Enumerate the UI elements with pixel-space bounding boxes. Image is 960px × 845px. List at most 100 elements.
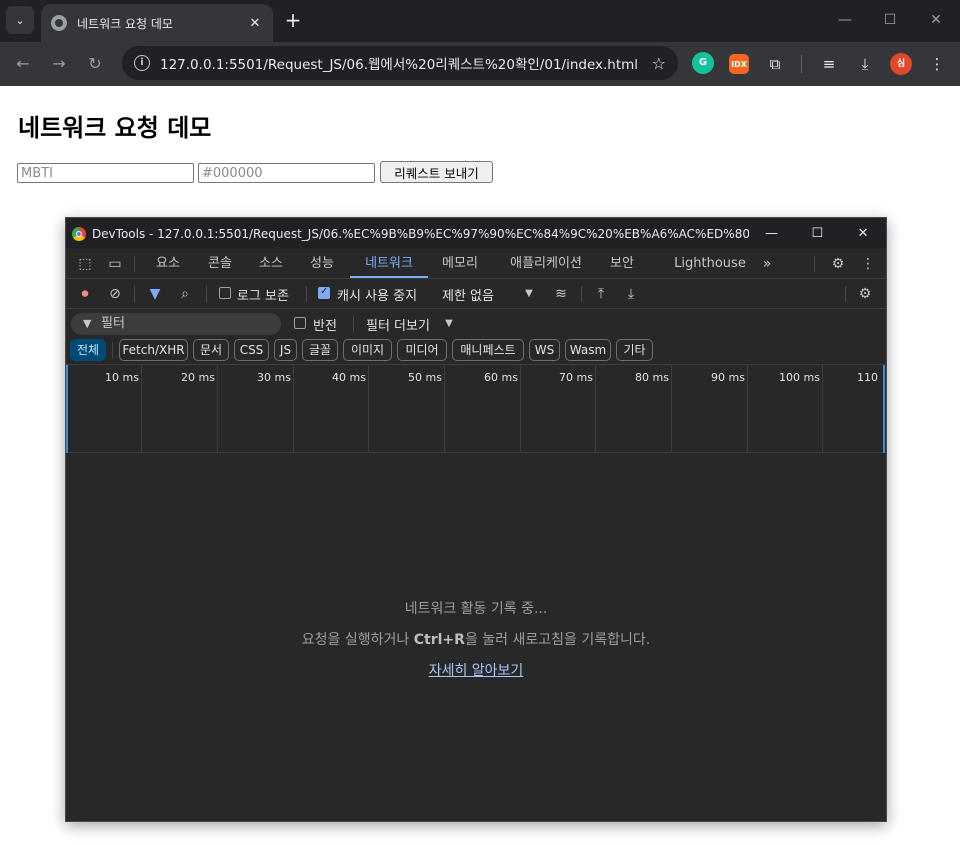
import-har-icon[interactable]: ⤒ <box>590 284 612 304</box>
network-overview-timeline[interactable]: 10 ms 20 ms 30 ms 40 ms 50 ms 60 ms 70 m… <box>66 364 886 453</box>
devtools-close-icon[interactable]: ✕ <box>840 226 886 241</box>
more-filters-chevron-icon[interactable]: ▼ <box>438 314 460 334</box>
browser-tab[interactable]: 네트워크 요청 데모 ✕ <box>41 4 273 42</box>
type-filter-font[interactable]: 글꼴 <box>302 339 338 361</box>
settings-gear-icon[interactable]: ⚙ <box>827 254 849 274</box>
invert-checkbox[interactable] <box>294 317 306 329</box>
media-queue-icon[interactable]: ≡ <box>818 53 840 75</box>
timeline-gridline <box>368 365 369 453</box>
tab-elements[interactable]: 요소 <box>148 249 188 278</box>
disable-cache-label: 캐시 사용 중지 <box>337 289 418 304</box>
profile-avatar[interactable]: 심 <box>890 53 912 75</box>
tab-sources[interactable]: 소스 <box>251 249 291 278</box>
toolbar-sep-5 <box>845 286 846 302</box>
throttling-chevron-icon[interactable]: ▼ <box>518 284 540 304</box>
timeline-tick-label: 10 ms <box>105 371 139 384</box>
export-har-icon[interactable]: ⤓ <box>620 284 642 304</box>
timeline-tick-label: 50 ms <box>408 371 442 384</box>
timeline-tick-label: 100 ms <box>779 371 820 384</box>
clear-icon[interactable]: ⊘ <box>104 284 126 304</box>
forward-arrow-icon[interactable]: → <box>47 52 71 76</box>
bookmark-star-icon[interactable]: ☆ <box>652 54 666 73</box>
filter-row: ▼ 필터 반전 필터 더보기 ▼ <box>66 309 886 339</box>
preserve-log-label: 로그 보존 <box>237 289 289 304</box>
type-filter-css[interactable]: CSS <box>234 339 269 361</box>
send-request-button[interactable]: 리퀘스트 보내기 <box>380 161 493 183</box>
disable-cache-checkbox[interactable] <box>318 286 330 299</box>
network-conditions-icon[interactable]: ≋ <box>550 284 572 304</box>
new-tab-icon[interactable]: + <box>282 9 304 31</box>
filter-funnel-icon[interactable]: ▼ <box>144 284 166 304</box>
tab-memory[interactable]: 메모리 <box>436 249 484 278</box>
search-icon[interactable]: ⌕ <box>174 284 196 304</box>
color-input[interactable] <box>198 163 375 183</box>
more-filters-dropdown[interactable]: 필터 더보기 <box>366 315 430 334</box>
network-settings-gear-icon[interactable]: ⚙ <box>854 284 876 304</box>
type-filter-all[interactable]: 전체 <box>70 339 106 361</box>
device-toolbar-icon[interactable]: ▭ <box>104 254 126 274</box>
devtools-window: DevTools - 127.0.0.1:5501/Request_JS/06.… <box>65 217 887 822</box>
reload-hint-shortcut: Ctrl+R <box>413 632 465 648</box>
address-bar[interactable]: i 127.0.0.1:5501/Request_JS/06.웹에서%20리퀘스… <box>122 46 678 80</box>
timeline-tick-label: 110 <box>857 371 878 384</box>
type-filter-other[interactable]: 기타 <box>616 339 653 361</box>
type-filter-manifest[interactable]: 매니페스트 <box>452 339 524 361</box>
tab-security[interactable]: 보안 <box>604 249 640 278</box>
tab-performance[interactable]: 성능 <box>302 249 342 278</box>
record-stop-icon[interactable]: ⏺ <box>74 284 96 304</box>
timeline-gridline <box>747 365 748 453</box>
tab-close-icon[interactable]: ✕ <box>247 16 263 31</box>
filter-input[interactable]: ▼ 필터 <box>71 313 281 335</box>
back-arrow-icon[interactable]: ← <box>11 52 35 76</box>
type-filter-doc[interactable]: 문서 <box>193 339 229 361</box>
devtools-minimize-icon[interactable]: — <box>749 226 795 241</box>
tab-application[interactable]: 애플리케이션 <box>500 249 592 278</box>
type-filter-fetch-xhr[interactable]: Fetch/XHR <box>119 339 188 361</box>
tab-strip: ⌄ 네트워크 요청 데모 ✕ + — ☐ ✕ <box>0 0 960 42</box>
type-filter-img[interactable]: 이미지 <box>343 339 392 361</box>
minimize-icon[interactable]: — <box>825 8 865 32</box>
timeline-right-handle[interactable] <box>883 365 885 453</box>
timeline-tick-label: 70 ms <box>559 371 593 384</box>
download-icon[interactable]: ⤓ <box>854 53 876 75</box>
tab-title: 네트워크 요청 데모 <box>77 16 173 31</box>
learn-more-link[interactable]: 자세히 알아보기 <box>429 663 524 679</box>
timeline-tick-label: 80 ms <box>635 371 669 384</box>
timeline-tick-label: 90 ms <box>711 371 745 384</box>
filter-box-funnel-icon: ▼ <box>83 317 92 330</box>
toolbar-sep-1 <box>134 286 135 302</box>
throttling-select[interactable]: 제한 없음 <box>442 285 494 304</box>
close-window-icon[interactable]: ✕ <box>916 8 956 32</box>
inspect-element-icon[interactable]: ⬚ <box>74 254 96 274</box>
devtools-maximize-icon[interactable]: ☐ <box>794 226 840 241</box>
learn-more-row: 자세히 알아보기 <box>66 660 886 680</box>
reload-icon[interactable]: ↻ <box>83 52 107 76</box>
tab-search-chevron-icon[interactable]: ⌄ <box>6 6 34 34</box>
tab-console[interactable]: 콘솔 <box>200 249 240 278</box>
mbti-input[interactable] <box>17 163 194 183</box>
type-filter-ws[interactable]: WS <box>529 339 560 361</box>
grammarly-icon[interactable]: G <box>692 52 714 74</box>
kebab-menu-icon[interactable]: ⋮ <box>926 53 948 75</box>
extension-icon[interactable]: IDX <box>729 54 749 74</box>
more-tabs-icon[interactable]: » <box>756 254 778 274</box>
preserve-log-checkbox[interactable] <box>219 287 231 299</box>
reload-hint-pre: 요청을 실행하거나 <box>301 632 414 648</box>
puzzle-extensions-icon[interactable]: ⧉ <box>764 53 786 75</box>
filter-placeholder: 필터 <box>101 316 125 331</box>
tab-lighthouse[interactable]: Lighthouse <box>672 249 748 278</box>
devtools-kebab-icon[interactable]: ⋮ <box>857 254 879 274</box>
globe-icon <box>51 15 67 31</box>
maximize-icon[interactable]: ☐ <box>870 8 910 32</box>
resource-type-filters: 전체 Fetch/XHR 문서 CSS JS 글꼴 이미지 미디어 매니페스트 … <box>66 339 886 365</box>
timeline-gridline <box>671 365 672 453</box>
type-filter-js[interactable]: JS <box>274 339 297 361</box>
type-filter-media[interactable]: 미디어 <box>397 339 447 361</box>
site-info-icon[interactable]: i <box>134 55 150 71</box>
tab-network[interactable]: 네트워크 <box>350 249 428 278</box>
tabs-separator-right <box>814 256 815 272</box>
timeline-left-handle[interactable] <box>66 365 68 453</box>
invert-label: 반전 <box>313 319 337 334</box>
devtools-titlebar: DevTools - 127.0.0.1:5501/Request_JS/06.… <box>66 218 886 249</box>
type-filter-wasm[interactable]: Wasm <box>565 339 611 361</box>
